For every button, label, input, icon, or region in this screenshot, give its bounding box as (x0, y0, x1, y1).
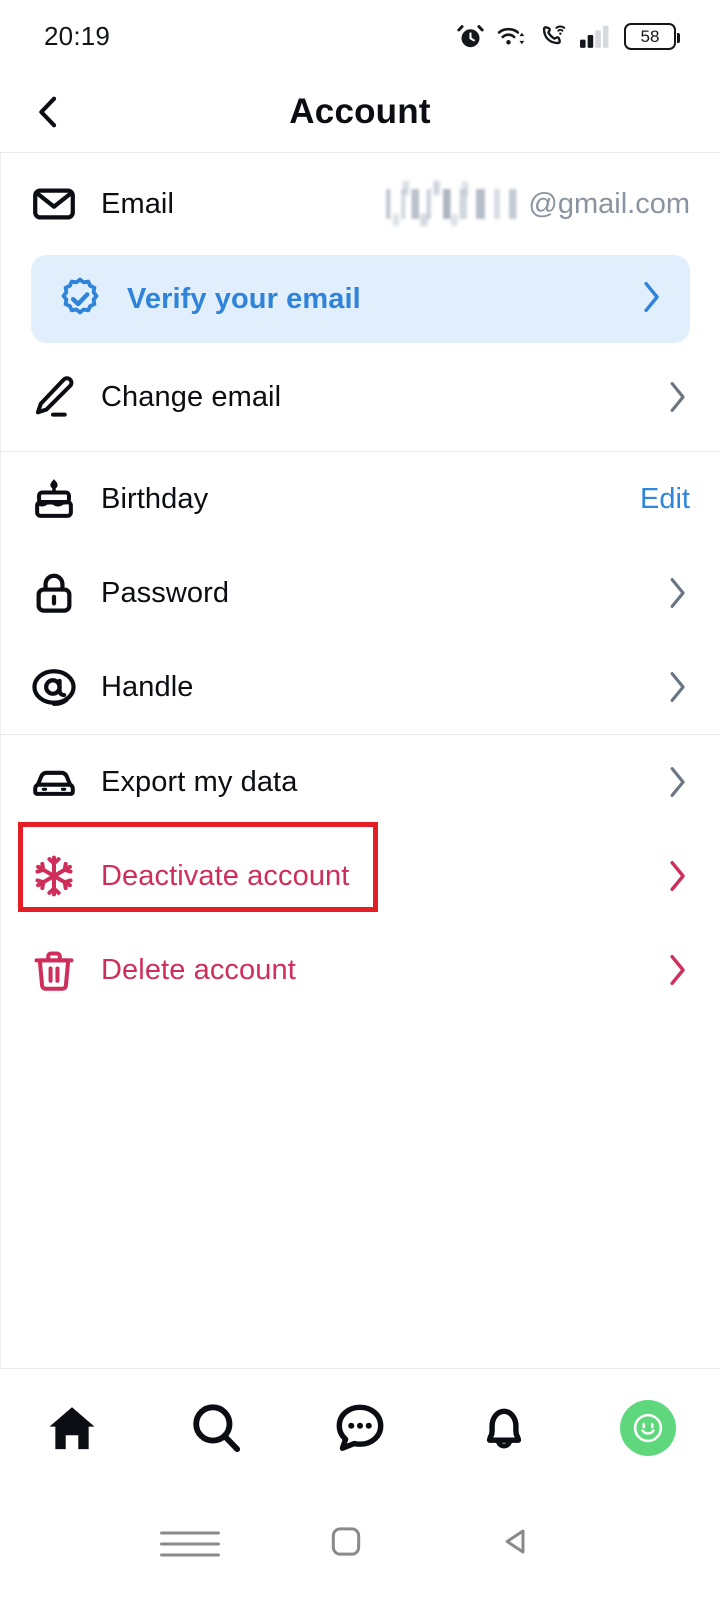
settings-row-change-email[interactable]: Change email (1, 343, 720, 451)
pencil-icon (31, 374, 101, 420)
edit-label: Edit (640, 482, 690, 515)
lock-icon (31, 570, 101, 616)
trash-icon (31, 947, 101, 993)
redacted-email-local-part (377, 189, 528, 219)
menu-lines-icon (160, 1531, 220, 1534)
home-tab[interactable] (7, 1401, 137, 1455)
back-button[interactable] (20, 72, 76, 152)
search-icon (193, 1404, 241, 1453)
settings-row-label: Deactivate account (101, 859, 350, 892)
settings-list: Email @gmail.com Verify your email Chang… (0, 153, 720, 1368)
identity-section: Birthday Edit Password Handle (1, 452, 720, 734)
chevron-right-icon (670, 672, 685, 702)
battery-icon: 58 (624, 22, 680, 50)
wifi-icon (497, 27, 525, 45)
home-button[interactable] (327, 1522, 387, 1565)
triangle-left-icon (505, 1529, 525, 1553)
settings-row-handle[interactable]: Handle (1, 640, 720, 734)
birthday-cake-icon (31, 476, 101, 522)
avatar (620, 1400, 676, 1456)
phone-screen: 20:19 58 Account Email @gmail.com Verify… (0, 0, 720, 1600)
at-sign-icon (31, 664, 101, 710)
settings-row-email[interactable]: Email @gmail.com (1, 153, 720, 255)
verify-email-banner[interactable]: Verify your email (31, 255, 690, 343)
home-icon (49, 1407, 95, 1450)
chat-tab[interactable] (295, 1401, 425, 1455)
settings-row-delete-account[interactable]: Delete account (1, 923, 720, 1017)
status-bar: 20:19 58 (0, 0, 720, 72)
chevron-right-icon (670, 578, 685, 608)
avatar-smiley-icon (633, 1413, 663, 1443)
verify-banner-label: Verify your email (127, 282, 361, 315)
email-domain: @gmail.com (528, 187, 690, 220)
row-chevron (664, 576, 690, 610)
chevron-right-icon (644, 281, 659, 312)
bottom-tabbar (0, 1369, 720, 1487)
notifications-tab[interactable] (439, 1401, 569, 1455)
app-header: Account (0, 72, 720, 152)
alarm-clock-icon (457, 24, 484, 47)
back-button[interactable] (497, 1522, 557, 1565)
chevron-left-icon (39, 96, 57, 128)
recents-button[interactable] (160, 1523, 220, 1564)
search-tab[interactable] (151, 1401, 281, 1455)
row-chevron (664, 670, 690, 704)
birthday-edit-link[interactable]: Edit (640, 483, 690, 516)
battery-level: 58 (640, 26, 660, 46)
chevron-right-icon (670, 767, 685, 797)
settings-row-label: Delete account (101, 953, 296, 986)
page-title: Account (289, 92, 431, 131)
row-chevron (664, 953, 690, 987)
profile-tab[interactable] (583, 1400, 713, 1456)
row-chevron (664, 380, 690, 414)
settings-row-label: Change email (101, 380, 282, 413)
settings-row-label: Handle (101, 670, 194, 703)
settings-row-label: Birthday (101, 482, 209, 515)
settings-row-birthday[interactable]: Birthday Edit (1, 452, 720, 546)
row-chevron (664, 859, 690, 893)
settings-row-password[interactable]: Password (1, 546, 720, 640)
danger-section: Export my data Deactivate account Delete… (1, 735, 720, 1017)
chevron-right-icon (670, 860, 685, 892)
chat-bubble-icon (336, 1404, 384, 1451)
status-icons: 58 (457, 22, 680, 50)
chevron-right-icon (670, 954, 685, 986)
menu-lines-icon (160, 1553, 220, 1556)
email-section: Email @gmail.com Verify your email Chang… (1, 153, 720, 451)
settings-row-export-my-data[interactable]: Export my data (1, 735, 720, 829)
row-chevron (664, 765, 690, 799)
status-time: 20:19 (44, 20, 111, 51)
envelope-icon (31, 181, 101, 227)
vowifi-call-icon (542, 24, 566, 44)
chevron-right-icon (670, 382, 685, 412)
settings-row-label: Export my data (101, 765, 298, 798)
bell-icon (486, 1408, 522, 1449)
snowflake-icon (31, 853, 101, 899)
settings-row-deactivate-account[interactable]: Deactivate account (1, 829, 720, 923)
cellular-signal-icon (580, 25, 609, 48)
rounded-square-icon (331, 1526, 361, 1556)
verify-banner-chevron (638, 280, 664, 319)
email-value: @gmail.com (377, 188, 690, 221)
settings-row-label: Password (101, 576, 230, 609)
settings-row-label: Email (101, 187, 175, 220)
verified-badge-icon (57, 276, 127, 322)
verify-banner-wrap: Verify your email (1, 255, 720, 343)
android-navbar (0, 1487, 720, 1600)
menu-lines-icon (160, 1542, 220, 1545)
car-icon (31, 759, 101, 805)
